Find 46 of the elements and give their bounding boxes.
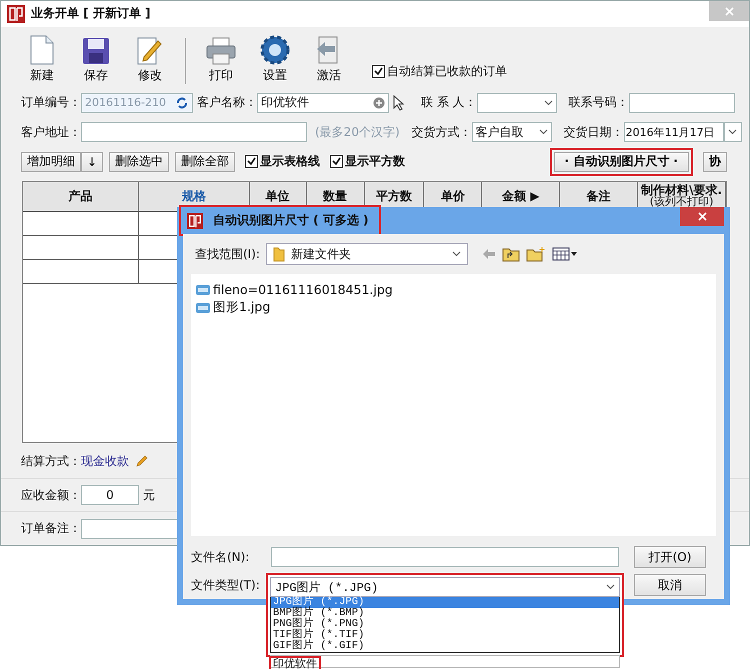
field-label: 文件类型(T): [191, 576, 261, 594]
delivery-date-field[interactable]: 2016年11月17日 [624, 122, 724, 142]
action-button[interactable]: 删除全部 [175, 152, 236, 172]
toolbar-button[interactable]: 打印 [196, 36, 246, 84]
toolbar-button[interactable]: 激活 [304, 34, 354, 84]
look-in-dropdown[interactable]: 新建文件夹 [266, 243, 468, 265]
amount-field[interactable]: 0 [81, 485, 139, 506]
toolbar-button[interactable]: 新建 [17, 34, 67, 84]
toolbar-button[interactable]: 修改 [125, 34, 175, 84]
field-label: 订单编号： [21, 94, 81, 112]
checkbox-label: 自动结算已收款的订单 [387, 62, 507, 80]
file-item[interactable]: fileno=01161116018451.jpg [213, 282, 393, 297]
field-label: 文件名(N): [191, 548, 250, 566]
hint-text: (最多20个汉字) [315, 124, 400, 141]
toolbar-button[interactable]: 保存 [71, 36, 121, 84]
column-header[interactable]: 产品 [23, 182, 139, 211]
window-title: 业务开单 [ 开新订单 ] [31, 5, 151, 22]
field-label: 应收金额： [21, 486, 81, 504]
field-label: 客户地址： [21, 124, 81, 141]
delivery-method-dropdown[interactable]: 客户自取 [472, 122, 552, 142]
dialog-title: 自动识别图片尺寸 ( 可多选 ) [212, 212, 370, 229]
checkbox-label: 显示表格线 [260, 153, 320, 170]
unit-label: 元 [143, 486, 155, 504]
field-label: 联 系 人： [421, 94, 477, 112]
file-type-dropdown[interactable]: JPG图片 (*.JPG) [270, 577, 620, 597]
field-label: 订单备注： [21, 520, 81, 538]
field-label: 客户名称： [197, 94, 257, 112]
action-button[interactable]: 删除选中 [109, 152, 170, 172]
dropdown-option[interactable]: GIF图片 (*.GIF) [271, 641, 619, 652]
open-button[interactable]: 打开(O) [634, 546, 706, 568]
toolbar-button[interactable]: 设置 [250, 34, 300, 84]
action-button[interactable]: 协 [703, 152, 727, 172]
file-item[interactable]: 图形1.jpg [213, 299, 270, 316]
field-label: 交货日期： [564, 124, 624, 141]
customer-name-field[interactable]: 印优软件 [257, 92, 389, 113]
dropdown-option[interactable]: 印优软件 [271, 658, 319, 669]
cancel-button[interactable]: 取消 [634, 574, 706, 596]
settlement-link[interactable]: 现金收款 [81, 453, 129, 470]
field-label: 交货方式： [412, 124, 472, 141]
action-button[interactable]: ↓ [81, 152, 104, 172]
field-label: 结算方式： [21, 453, 81, 470]
checkbox-label: 显示平方数 [345, 153, 406, 170]
field-label: 联系号码： [568, 94, 629, 112]
field-label: 查找范围(I): [195, 246, 260, 262]
auto-size-button[interactable]: · 自动识别图片尺寸 · [554, 152, 689, 172]
action-button[interactable]: 增加明细 [21, 152, 81, 172]
